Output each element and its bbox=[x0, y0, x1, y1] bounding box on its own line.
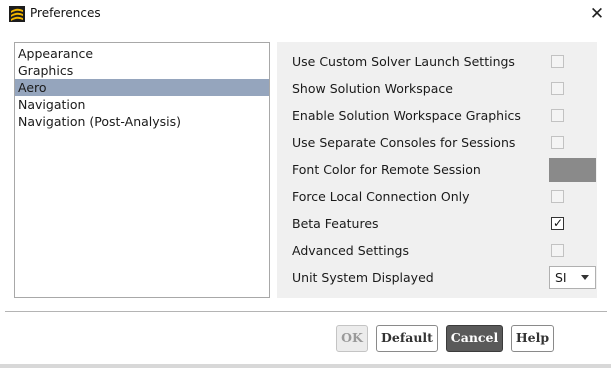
window-bottom-edge bbox=[0, 364, 611, 368]
checkmark-icon: ✓ bbox=[552, 216, 564, 230]
setting-label: Use Custom Solver Launch Settings bbox=[292, 54, 515, 69]
show-solution-workspace-checkbox[interactable] bbox=[551, 82, 564, 95]
setting-row-remote-font-color: Font Color for Remote Session bbox=[277, 158, 597, 186]
setting-row-force-local-connection: Force Local Connection Only bbox=[277, 186, 597, 213]
unit-system-select[interactable]: SI bbox=[549, 266, 596, 289]
beta-features-checkbox[interactable]: ✓ bbox=[551, 216, 564, 230]
settings-panel: Use Custom Solver Launch Settings Show S… bbox=[277, 42, 597, 298]
category-item-navigation-post-analysis[interactable]: Navigation (Post-Analysis) bbox=[15, 113, 269, 130]
window-title: Preferences bbox=[30, 6, 101, 20]
setting-label: Show Solution Workspace bbox=[292, 81, 453, 96]
chevron-down-icon bbox=[581, 275, 589, 280]
setting-row-custom-solver-launch: Use Custom Solver Launch Settings bbox=[277, 51, 597, 78]
setting-row-beta-features: Beta Features ✓ bbox=[277, 213, 597, 240]
setting-label: Enable Solution Workspace Graphics bbox=[292, 108, 521, 123]
setting-row-unit-system: Unit System Displayed SI bbox=[277, 266, 597, 294]
category-list[interactable]: Appearance Graphics Aero Navigation Navi… bbox=[14, 42, 270, 298]
setting-label: Font Color for Remote Session bbox=[292, 162, 481, 177]
setting-row-separate-consoles: Use Separate Consoles for Sessions bbox=[277, 132, 597, 159]
category-item-navigation[interactable]: Navigation bbox=[15, 96, 269, 113]
separate-consoles-checkbox[interactable] bbox=[551, 136, 564, 149]
setting-label: Force Local Connection Only bbox=[292, 189, 470, 204]
preferences-dialog: Preferences ✕ Appearance Graphics Aero N… bbox=[0, 0, 611, 368]
setting-label: Beta Features bbox=[292, 216, 379, 231]
app-logo-icon bbox=[9, 6, 25, 22]
setting-label: Unit System Displayed bbox=[292, 270, 434, 285]
category-item-aero[interactable]: Aero bbox=[15, 79, 269, 96]
unit-system-value: SI bbox=[555, 270, 567, 285]
font-color-swatch[interactable] bbox=[549, 158, 596, 182]
default-button[interactable]: Default bbox=[376, 325, 438, 352]
setting-row-solution-workspace-graphics: Enable Solution Workspace Graphics bbox=[277, 105, 597, 132]
setting-row-show-solution-workspace: Show Solution Workspace bbox=[277, 78, 597, 105]
setting-label: Advanced Settings bbox=[292, 243, 409, 258]
ok-button[interactable]: OK bbox=[336, 325, 368, 352]
setting-label: Use Separate Consoles for Sessions bbox=[292, 135, 516, 150]
title-bar: Preferences ✕ bbox=[0, 0, 611, 30]
custom-solver-launch-checkbox[interactable] bbox=[551, 55, 564, 68]
close-icon[interactable]: ✕ bbox=[585, 2, 609, 26]
advanced-settings-checkbox[interactable] bbox=[551, 244, 564, 257]
setting-row-advanced-settings: Advanced Settings bbox=[277, 240, 597, 267]
solution-workspace-graphics-checkbox[interactable] bbox=[551, 109, 564, 122]
category-item-appearance[interactable]: Appearance bbox=[15, 45, 269, 62]
cancel-button[interactable]: Cancel bbox=[446, 325, 503, 352]
category-item-graphics[interactable]: Graphics bbox=[15, 62, 269, 79]
divider bbox=[5, 311, 607, 313]
help-button[interactable]: Help bbox=[511, 325, 554, 352]
force-local-connection-checkbox[interactable] bbox=[551, 190, 564, 203]
